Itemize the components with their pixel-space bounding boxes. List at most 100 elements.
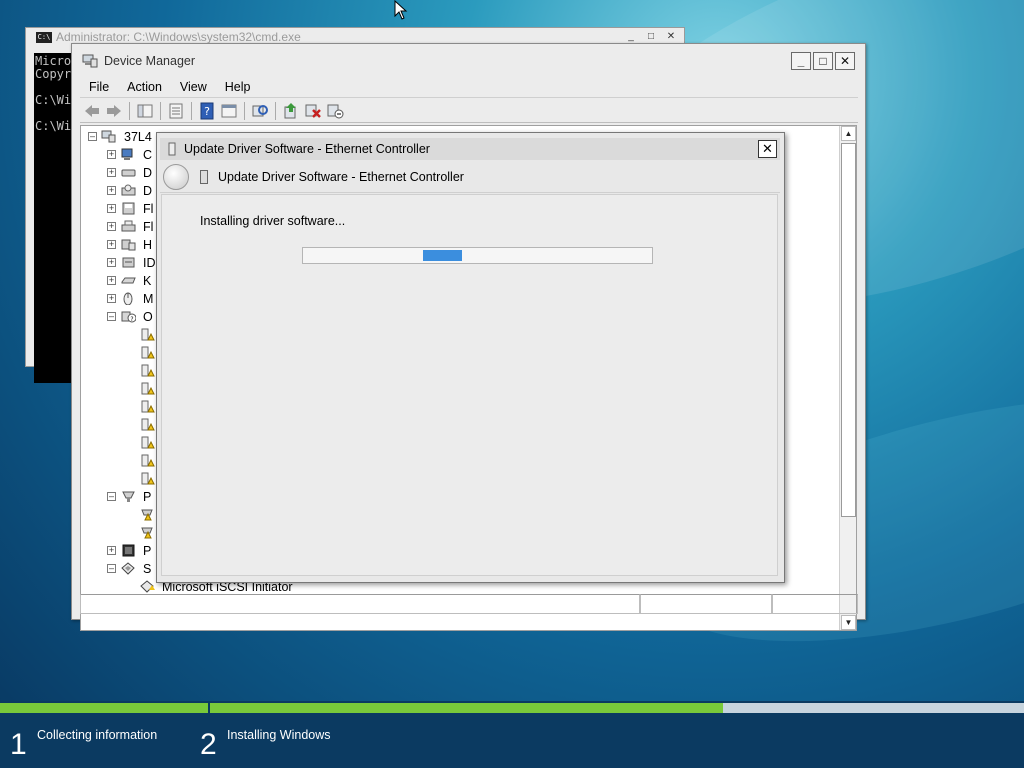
- dialog-heading: Update Driver Software - Ethernet Contro…: [218, 169, 464, 184]
- computer-icon: [82, 54, 98, 68]
- close-button[interactable]: ✕: [835, 52, 855, 70]
- expand-icon[interactable]: +: [107, 240, 116, 249]
- warning-device-icon[interactable]: [140, 472, 155, 485]
- install-progress-bar: [302, 247, 653, 264]
- collapse-icon[interactable]: –: [88, 132, 97, 141]
- status-cell: [80, 594, 640, 614]
- port-icon: [122, 491, 135, 502]
- back-arrow-icon[interactable]: [83, 102, 101, 120]
- disable-device-icon[interactable]: [326, 102, 344, 120]
- tree-label: O: [143, 310, 153, 324]
- iscsi-icon: [140, 580, 155, 593]
- help-icon[interactable]: ?: [198, 102, 216, 120]
- toolbar-separator: [191, 101, 192, 120]
- close-icon[interactable]: ✕: [662, 30, 680, 44]
- menu-action[interactable]: Action: [118, 76, 171, 97]
- scroll-down-icon[interactable]: ▼: [841, 615, 856, 630]
- warning-port-icon[interactable]: [140, 508, 155, 521]
- installing-message: Installing driver software...: [200, 214, 346, 228]
- warning-device-icon[interactable]: [140, 418, 155, 431]
- setup-step-2-fill: [210, 703, 723, 713]
- status-cell: [640, 594, 772, 614]
- keyboard-icon: [121, 277, 136, 284]
- unknown-device-icon: ?: [121, 311, 136, 323]
- expand-icon[interactable]: +: [107, 546, 116, 555]
- toolbar-separator: [275, 101, 276, 120]
- tree-label: S: [143, 562, 152, 576]
- dvd-drive-icon: [121, 184, 136, 196]
- minimize-icon[interactable]: _: [622, 30, 640, 44]
- setup-step-1-progress: [0, 703, 210, 713]
- tree-scrollbar[interactable]: ▲ ▼: [839, 126, 856, 630]
- update-driver-icon[interactable]: [282, 102, 300, 120]
- warning-device-icon[interactable]: [140, 454, 155, 467]
- computer-icon: [101, 130, 116, 143]
- tree-label: M: [143, 292, 154, 306]
- toolbar-separator: [160, 101, 161, 120]
- status-bar: [80, 594, 858, 614]
- status-cell: [772, 594, 858, 614]
- tree-label: Fl: [143, 202, 154, 216]
- menu-file[interactable]: File: [80, 76, 118, 97]
- device-manager-titlebar[interactable]: Device Manager: [82, 52, 195, 70]
- warning-port-icon[interactable]: [140, 526, 155, 539]
- dialog-close-button[interactable]: ✕: [758, 140, 777, 158]
- toolbar-separator: [244, 101, 245, 120]
- scan-hardware-icon[interactable]: [251, 102, 269, 120]
- update-driver-dialog[interactable]: Update Driver Software - Ethernet Contro…: [156, 132, 785, 583]
- collapse-icon[interactable]: –: [107, 312, 116, 321]
- cmd-title: Administrator: C:\Windows\system32\cmd.e…: [56, 30, 301, 44]
- menu-view[interactable]: View: [171, 76, 216, 97]
- window-icon[interactable]: [220, 102, 238, 120]
- computer-icon: [121, 148, 133, 160]
- step-label: Installing Windows: [227, 728, 331, 742]
- warning-device-icon[interactable]: [140, 382, 155, 395]
- tree-label: D: [143, 184, 153, 198]
- maximize-icon[interactable]: □: [642, 30, 660, 44]
- device-icon: [168, 142, 176, 156]
- warning-device-icon[interactable]: [140, 400, 155, 413]
- dialog-titlebar[interactable]: Update Driver Software - Ethernet Contro…: [160, 138, 780, 160]
- show-hide-tree-icon[interactable]: [136, 102, 154, 120]
- setup-step-2-progress: [210, 703, 1024, 713]
- expand-icon[interactable]: +: [107, 186, 116, 195]
- step-number: 1: [10, 728, 27, 761]
- maximize-button[interactable]: □: [813, 52, 833, 70]
- collapse-icon[interactable]: –: [107, 492, 116, 501]
- properties-icon[interactable]: [167, 102, 185, 120]
- floppy-drive-icon: [121, 220, 136, 232]
- toolbar-separator: [129, 101, 130, 120]
- scroll-up-icon[interactable]: ▲: [841, 126, 856, 141]
- step-label: Collecting information: [37, 728, 158, 742]
- disk-drive-icon: [121, 169, 136, 177]
- mouse-icon: [123, 292, 133, 305]
- warning-device-icon[interactable]: [140, 364, 155, 377]
- expand-icon[interactable]: +: [107, 150, 116, 159]
- ethernet-device-icon: [200, 169, 208, 184]
- collapse-icon[interactable]: –: [107, 564, 116, 573]
- setup-step-1-fill: [0, 703, 208, 713]
- expand-icon[interactable]: +: [107, 294, 116, 303]
- setup-progress-area: 1 Collecting information 2 Installing Wi…: [0, 701, 1024, 768]
- uninstall-icon[interactable]: [304, 102, 322, 120]
- svg-text:?: ?: [204, 105, 210, 118]
- expand-icon[interactable]: +: [107, 258, 116, 267]
- storage-controller-icon: [121, 562, 135, 575]
- menu-help[interactable]: Help: [216, 76, 260, 97]
- back-button[interactable]: [163, 163, 189, 190]
- setup-progress-track: [0, 703, 1024, 713]
- tree-label: Fl: [143, 220, 154, 234]
- expand-icon[interactable]: +: [107, 222, 116, 231]
- minimize-button[interactable]: _: [791, 52, 811, 70]
- warning-device-icon[interactable]: [140, 328, 155, 341]
- expand-icon[interactable]: +: [107, 276, 116, 285]
- expand-icon[interactable]: +: [107, 204, 116, 213]
- warning-device-icon[interactable]: [140, 346, 155, 359]
- scroll-thumb[interactable]: [841, 143, 856, 517]
- tree-label: C: [143, 148, 153, 162]
- expand-icon[interactable]: +: [107, 168, 116, 177]
- step-number: 2: [200, 728, 217, 761]
- forward-arrow-icon[interactable]: [105, 102, 123, 120]
- dialog-body: Installing driver software...: [161, 194, 778, 576]
- warning-device-icon[interactable]: [140, 436, 155, 449]
